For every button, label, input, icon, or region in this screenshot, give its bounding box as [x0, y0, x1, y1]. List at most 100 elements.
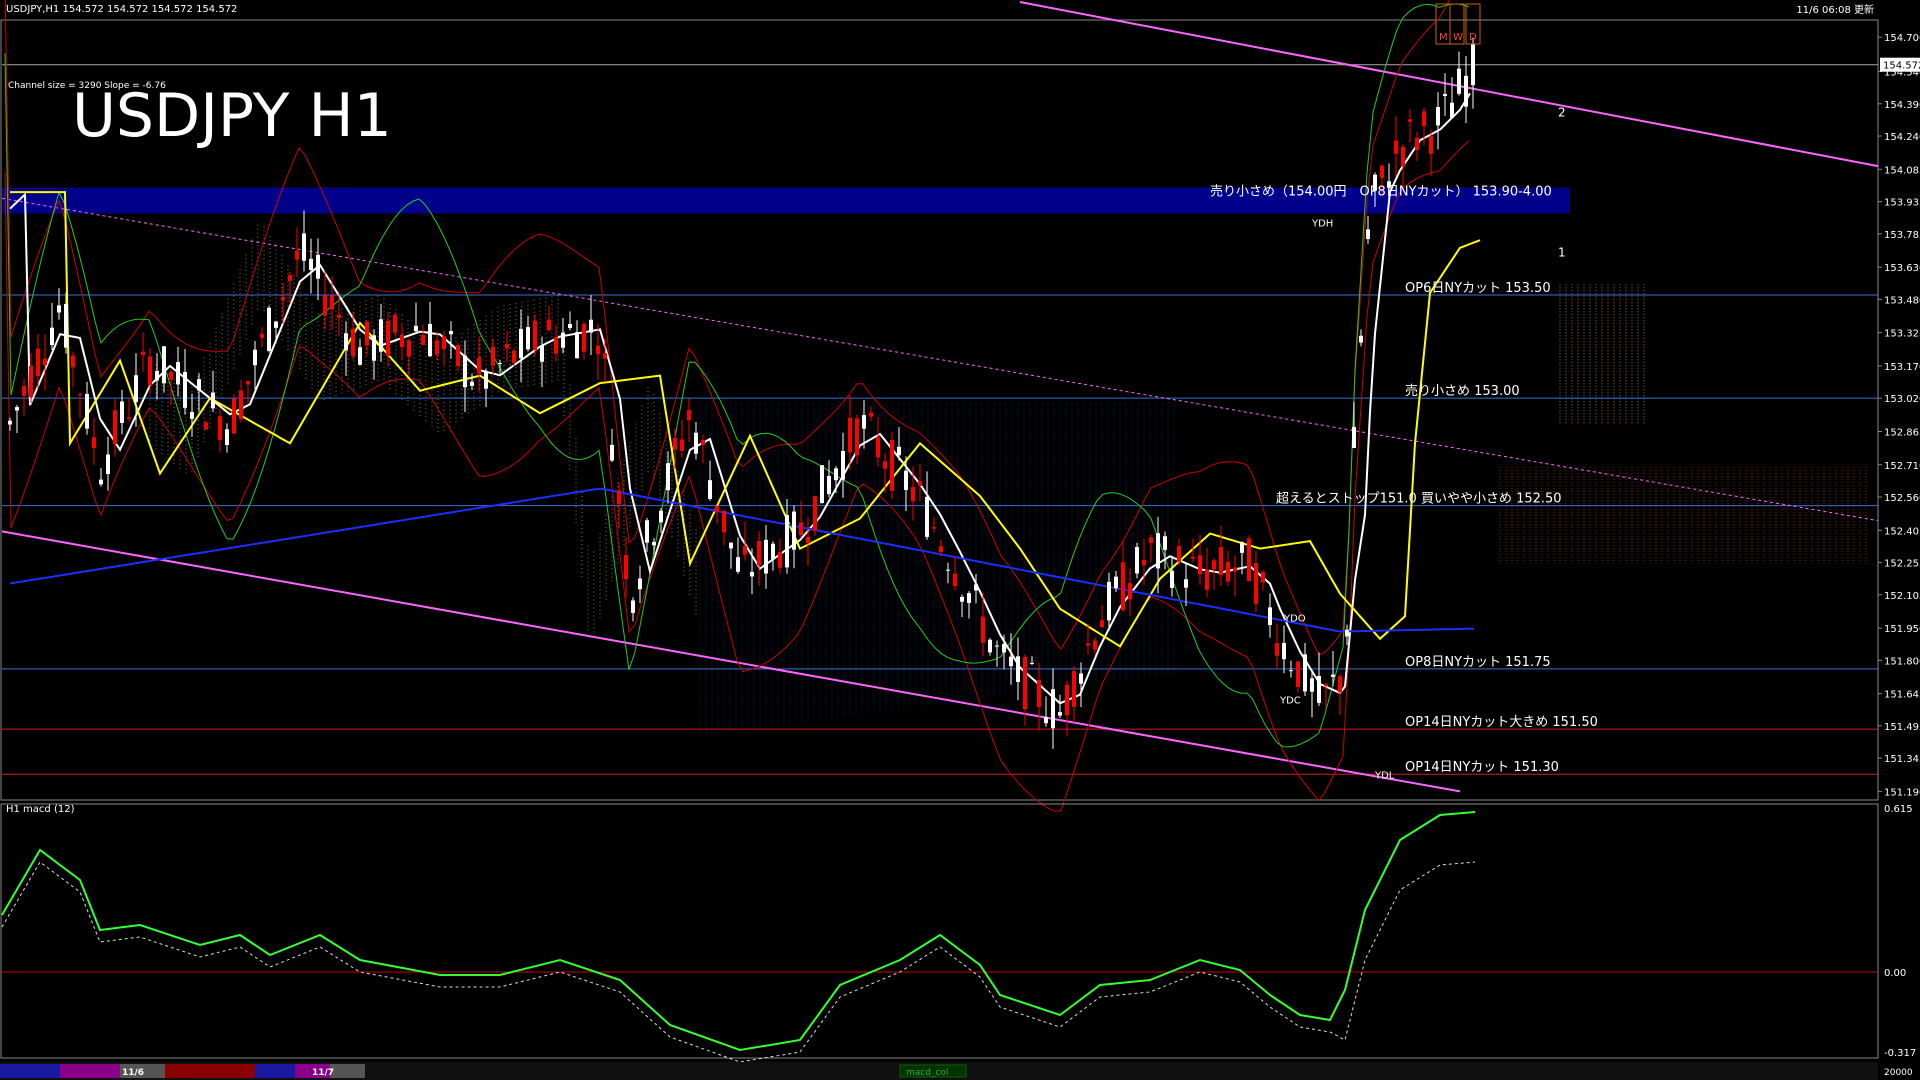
candle-body — [1030, 662, 1034, 664]
candle-body — [372, 335, 376, 361]
candle-body — [1065, 684, 1069, 716]
candle-body — [575, 332, 579, 359]
candle-body — [134, 375, 138, 402]
candle-body — [729, 542, 733, 549]
candle-body — [925, 496, 929, 537]
candle-body — [827, 475, 831, 495]
price-tick-label: 153.785 — [1884, 230, 1920, 241]
candle-body — [1240, 542, 1244, 553]
candle-body — [1226, 561, 1230, 582]
candle-body — [533, 320, 537, 350]
candle-body — [1275, 643, 1279, 656]
period-label-0: M — [1439, 32, 1448, 43]
candle-body — [596, 345, 600, 355]
session-marker-0: YDO — [1283, 614, 1306, 625]
candle-body — [694, 432, 698, 454]
indicator-tab[interactable]: macd_col — [906, 1068, 948, 1078]
candle-body — [407, 340, 411, 357]
candle-body — [1051, 689, 1055, 729]
candle-body — [554, 337, 558, 354]
candle-body — [540, 345, 544, 362]
candle-body — [421, 335, 425, 345]
candle-body — [274, 321, 278, 328]
candle-body — [1429, 136, 1433, 154]
candle-body — [1457, 68, 1461, 94]
candle-body — [1009, 656, 1013, 667]
candle-body — [1128, 583, 1132, 600]
candle-body — [1072, 671, 1076, 707]
price-tick-label: 151.190 — [1884, 787, 1920, 798]
candle-body — [78, 394, 82, 396]
time-bar[interactable]: 11/6 11/7 macd_col 20000 — [0, 1062, 1913, 1080]
candle-body — [1037, 679, 1041, 708]
candle-body — [288, 275, 292, 281]
candle-body — [1058, 712, 1062, 716]
candle-body — [1268, 607, 1272, 626]
candle-body — [1219, 547, 1223, 576]
price-tick-label: 152.865 — [1884, 427, 1920, 438]
candle-body — [561, 332, 565, 348]
candle-body — [435, 340, 439, 355]
candle-body — [393, 315, 397, 333]
candle-body — [603, 353, 607, 359]
candle-body — [589, 319, 593, 333]
candle-body — [218, 416, 222, 440]
candle-body — [939, 546, 943, 553]
candle-body — [337, 314, 341, 318]
fib-label-1: 1 — [1558, 245, 1566, 259]
candle-body — [841, 450, 845, 480]
candle-body — [715, 505, 719, 512]
candle-body — [1366, 229, 1370, 239]
time-label-11-7: 11/7 — [312, 1068, 334, 1078]
candle-body — [624, 554, 628, 580]
candle-body — [673, 437, 677, 450]
session-marker-3: YDH — [1311, 218, 1333, 229]
candle-body — [708, 480, 712, 499]
candle-body — [631, 600, 635, 613]
candle-body — [64, 303, 68, 348]
candle-body — [316, 254, 320, 279]
candle-body — [400, 334, 404, 348]
time-label-11-6: 11/6 — [122, 1068, 144, 1078]
candle-body — [519, 328, 523, 359]
candle-body — [932, 527, 936, 529]
price-tick-label: 151.800 — [1884, 656, 1920, 667]
candle-body — [442, 336, 446, 350]
candle-body — [1016, 656, 1020, 683]
candle-body — [29, 365, 33, 398]
candle-body — [1289, 670, 1293, 672]
candle-body — [834, 468, 838, 481]
price-tick-label: 152.255 — [1884, 559, 1920, 570]
candle-body — [1170, 570, 1174, 588]
macd-label: H1 macd (12) — [6, 804, 75, 815]
candle-body — [568, 323, 572, 329]
level-annotation-2: 売り小さめ 153.00 — [1405, 383, 1520, 399]
candle-body — [1044, 716, 1048, 724]
candle-body — [1331, 674, 1335, 677]
candle-body — [358, 347, 362, 365]
candle-body — [652, 541, 656, 546]
candle-body — [1002, 643, 1006, 653]
mt4-chart-window[interactable]: USDJPY,H1 154.572 154.572 154.572 154.57… — [0, 0, 1920, 1080]
price-tick-label: 151.950 — [1884, 624, 1920, 635]
candle-body — [498, 363, 502, 365]
period-label-1: W — [1453, 32, 1463, 43]
candle-body — [1282, 642, 1286, 660]
candle-body — [1394, 140, 1398, 154]
candle-body — [484, 372, 488, 389]
candle-body — [918, 481, 922, 486]
price-tick-label: 152.710 — [1884, 461, 1920, 472]
candle-body — [848, 417, 852, 453]
candle-body — [302, 233, 306, 261]
candle-body — [267, 307, 271, 351]
candle-body — [680, 439, 684, 451]
candle-body — [204, 422, 208, 430]
candle-body — [1086, 643, 1090, 646]
candle-body — [1443, 93, 1447, 97]
candle-body — [722, 510, 726, 533]
candle-body — [1107, 581, 1111, 621]
candle-body — [176, 362, 180, 385]
candle-body — [1114, 576, 1118, 589]
candle-body — [750, 571, 754, 577]
candle-body — [638, 578, 642, 590]
